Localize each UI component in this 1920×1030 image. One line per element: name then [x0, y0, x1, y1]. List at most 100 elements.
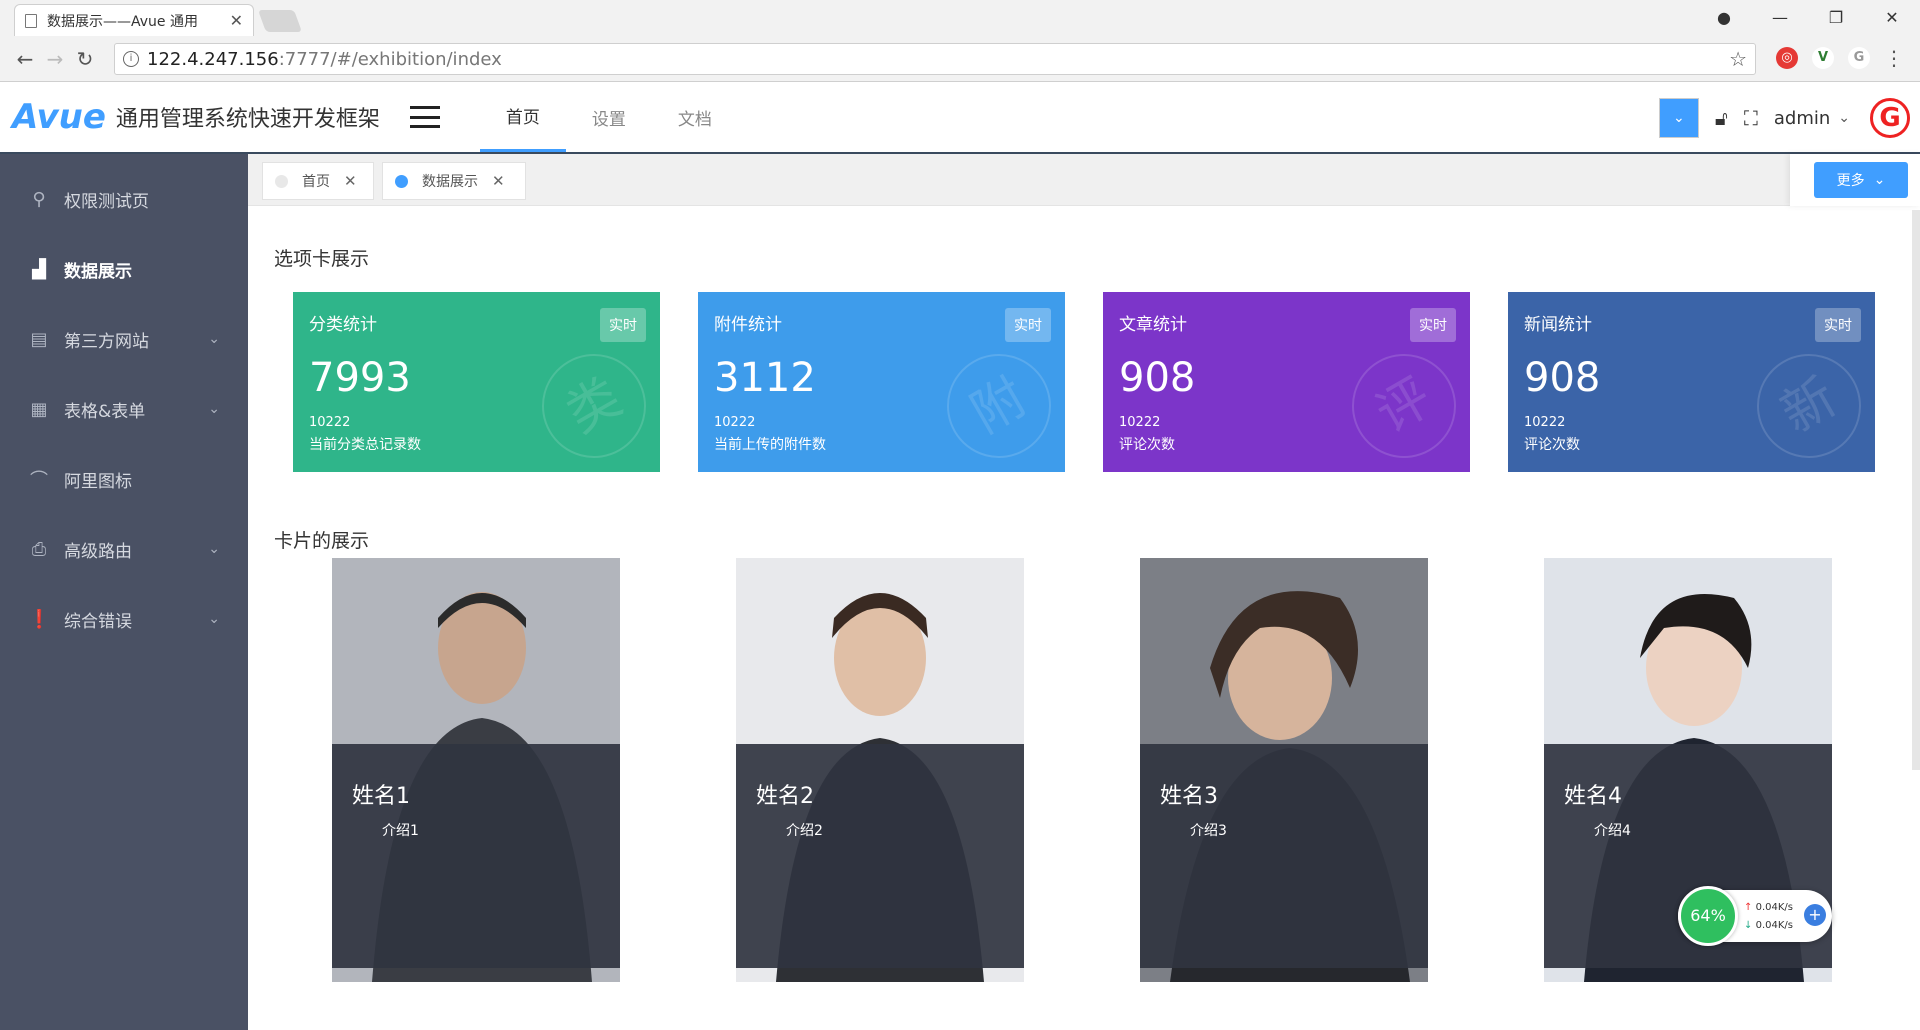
tag-label: 数据展示	[422, 174, 478, 190]
bar-chart-icon: ▟	[32, 258, 46, 280]
download-speed: ↓ 0.04K/s	[1744, 920, 1793, 931]
minimize-button[interactable]: —	[1752, 8, 1808, 27]
url-path: :7777/#/exhibition/index	[278, 48, 502, 70]
url-host: 122.4.247.156	[147, 48, 279, 70]
scrollbar[interactable]	[1912, 210, 1920, 770]
sidebar-item-permission-test[interactable]: ⚲ 权限测试页	[0, 164, 248, 234]
plus-icon[interactable]: +	[1804, 904, 1826, 926]
top-nav: 首页 设置 文档	[479, 82, 738, 152]
chevron-down-icon: ⌄	[1873, 172, 1886, 188]
topnav-settings[interactable]: 设置	[566, 82, 652, 152]
person-name: 姓名1	[352, 784, 410, 809]
stat-badge: 实时	[1005, 308, 1051, 342]
stat-card[interactable]: 分类统计 实时 7993 10222 当前分类总记录数 类	[293, 292, 660, 472]
forward-icon[interactable]: →	[40, 47, 70, 71]
close-icon[interactable]: ✕	[344, 172, 357, 190]
tag-home[interactable]: 首页 ✕	[262, 162, 374, 200]
extension-g-icon[interactable]: G	[1848, 47, 1870, 69]
main-content: 首页 ✕ 数据展示 ✕ 更多 ⌄ 选项卡展示 分类统计 实时 7993 1022…	[248, 154, 1920, 1030]
logo[interactable]: Avue	[12, 97, 106, 137]
restore-button[interactable]: ❐	[1808, 8, 1864, 27]
stat-title: 文章统计	[1119, 315, 1187, 335]
extension-red-icon[interactable]: ◎	[1776, 47, 1798, 69]
theme-dropdown-button[interactable]: ⌄	[1658, 98, 1699, 138]
browser-tab-active[interactable]: 数据展示——Avue 通用 ✕	[14, 4, 254, 36]
stat-badge: 实时	[1410, 308, 1456, 342]
sidebar-item-errors[interactable]: ❗ 综合错误 ⌄	[0, 584, 248, 654]
back-icon[interactable]: ←	[10, 47, 40, 71]
profile-icon[interactable]: ●	[1696, 8, 1752, 27]
download-speed-value: 0.04K/s	[1755, 920, 1793, 931]
new-tab-button[interactable]	[257, 10, 303, 32]
table-icon: ▦	[30, 398, 48, 420]
header-actions: ⌄ 🔓︎ ⛶ admin ⌄ G	[1658, 92, 1910, 144]
upload-speed-value: 0.04K/s	[1755, 902, 1793, 913]
tag-data-display[interactable]: 数据展示 ✕	[382, 162, 526, 200]
fullscreen-icon[interactable]: ⛶	[1744, 106, 1758, 130]
stat-badge: 实时	[1815, 308, 1861, 342]
avatar[interactable]: G	[1870, 98, 1910, 138]
stat-card[interactable]: 附件统计 实时 3112 10222 当前上传的附件数 附	[698, 292, 1065, 472]
vue-devtools-icon[interactable]: V	[1812, 47, 1834, 69]
network-percent: 64%	[1678, 886, 1738, 946]
network-speed-widget[interactable]: 64% ↑ 0.04K/s ↓ 0.04K/s +	[1678, 886, 1832, 946]
browser-chrome: 数据展示——Avue 通用 ✕ ● — ❐ ✕ ← → ↻ i 122.4.24…	[0, 0, 1920, 82]
search-icon: ⚲	[32, 188, 46, 210]
sidebar-item-label: 权限测试页	[64, 191, 149, 212]
bookmark-star-icon[interactable]: ☆	[1729, 47, 1747, 71]
person-name: 姓名2	[756, 784, 814, 809]
user-name[interactable]: admin	[1774, 108, 1830, 129]
sidebar-item-label: 第三方网站	[64, 331, 149, 352]
lock-icon[interactable]: 🔓︎	[1715, 106, 1728, 130]
topnav-home[interactable]: 首页	[479, 82, 566, 152]
stat-title: 附件统计	[714, 315, 782, 335]
more-button[interactable]: 更多 ⌄	[1814, 162, 1908, 198]
info-icon[interactable]: i	[123, 51, 139, 67]
url-input[interactable]: i 122.4.247.156 :7777/#/exhibition/index…	[114, 43, 1756, 75]
reload-icon[interactable]: ↻	[70, 47, 100, 71]
close-window-button[interactable]: ✕	[1864, 8, 1920, 27]
sidebar-item-label: 阿里图标	[64, 471, 132, 492]
sidebar-item-ali-icons[interactable]: ⌒ 阿里图标	[0, 444, 248, 514]
topnav-docs[interactable]: 文档	[652, 82, 738, 152]
person-name: 姓名4	[1564, 784, 1622, 809]
sidebar-item-data-display[interactable]: ▟ 数据展示	[0, 234, 248, 304]
more-label: 更多	[1836, 173, 1865, 189]
iconfont-icon: ⌒	[30, 470, 48, 491]
stat-card[interactable]: 新闻统计 实时 908 10222 评论次数 新	[1508, 292, 1875, 472]
tags-bar: 首页 ✕ 数据展示 ✕ 更多 ⌄	[248, 154, 1920, 206]
close-tab-icon[interactable]: ✕	[230, 11, 243, 30]
sidebar-item-label: 高级路由	[64, 541, 132, 562]
tag-dot	[275, 174, 288, 188]
app-subtitle: 通用管理系统快速开发框架	[115, 107, 380, 132]
chevron-down-icon: ⌄	[208, 611, 220, 627]
tag-dot	[395, 174, 408, 188]
chevron-down-icon[interactable]: ⌄	[1838, 110, 1850, 126]
upload-speed: ↑ 0.04K/s	[1744, 902, 1793, 913]
chevron-down-icon: ⌄	[208, 401, 220, 417]
sidebar: ⚲ 权限测试页 ▟ 数据展示 ▤ 第三方网站 ⌄ ▦ 表格&表单 ⌄ ⌒ 阿里图…	[0, 154, 248, 1030]
section-title-tabs: 选项卡展示	[274, 248, 370, 270]
menu-dots-icon[interactable]: ⋮	[1884, 46, 1904, 70]
person-card[interactable]: 姓名2 介绍2	[736, 558, 1024, 982]
menu-toggle-icon[interactable]	[409, 106, 440, 128]
stat-badge: 实时	[600, 308, 646, 342]
chevron-down-icon: ⌄	[208, 331, 220, 347]
person-card[interactable]: 姓名3 介绍3	[1140, 558, 1428, 982]
person-card[interactable]: 姓名1 介绍1	[332, 558, 620, 982]
close-icon[interactable]: ✕	[492, 172, 505, 190]
stat-title: 新闻统计	[1524, 315, 1592, 335]
extensions: ◎ V G ⋮	[1776, 46, 1904, 70]
sidebar-item-table-form[interactable]: ▦ 表格&表单 ⌄	[0, 374, 248, 444]
sidebar-item-third-party[interactable]: ▤ 第三方网站 ⌄	[0, 304, 248, 374]
sidebar-item-label: 综合错误	[64, 611, 132, 632]
sidebar-item-advanced-routing[interactable]: ⎙ 高级路由 ⌄	[0, 514, 248, 584]
stat-card[interactable]: 文章统计 实时 908 10222 评论次数 评	[1103, 292, 1470, 472]
person-name: 姓名3	[1160, 784, 1218, 809]
more-wrap: 更多 ⌄	[1790, 154, 1920, 206]
app-header: Avue 通用管理系统快速开发框架 首页 设置 文档 ⌄ 🔓︎ ⛶ admin …	[0, 82, 1920, 154]
arrow-up-icon: ↑	[1744, 902, 1753, 913]
window-controls: ● — ❐ ✕	[1696, 0, 1920, 34]
person-intro: 介绍3	[1190, 823, 1227, 839]
section-title-cards: 卡片的展示	[274, 530, 370, 552]
